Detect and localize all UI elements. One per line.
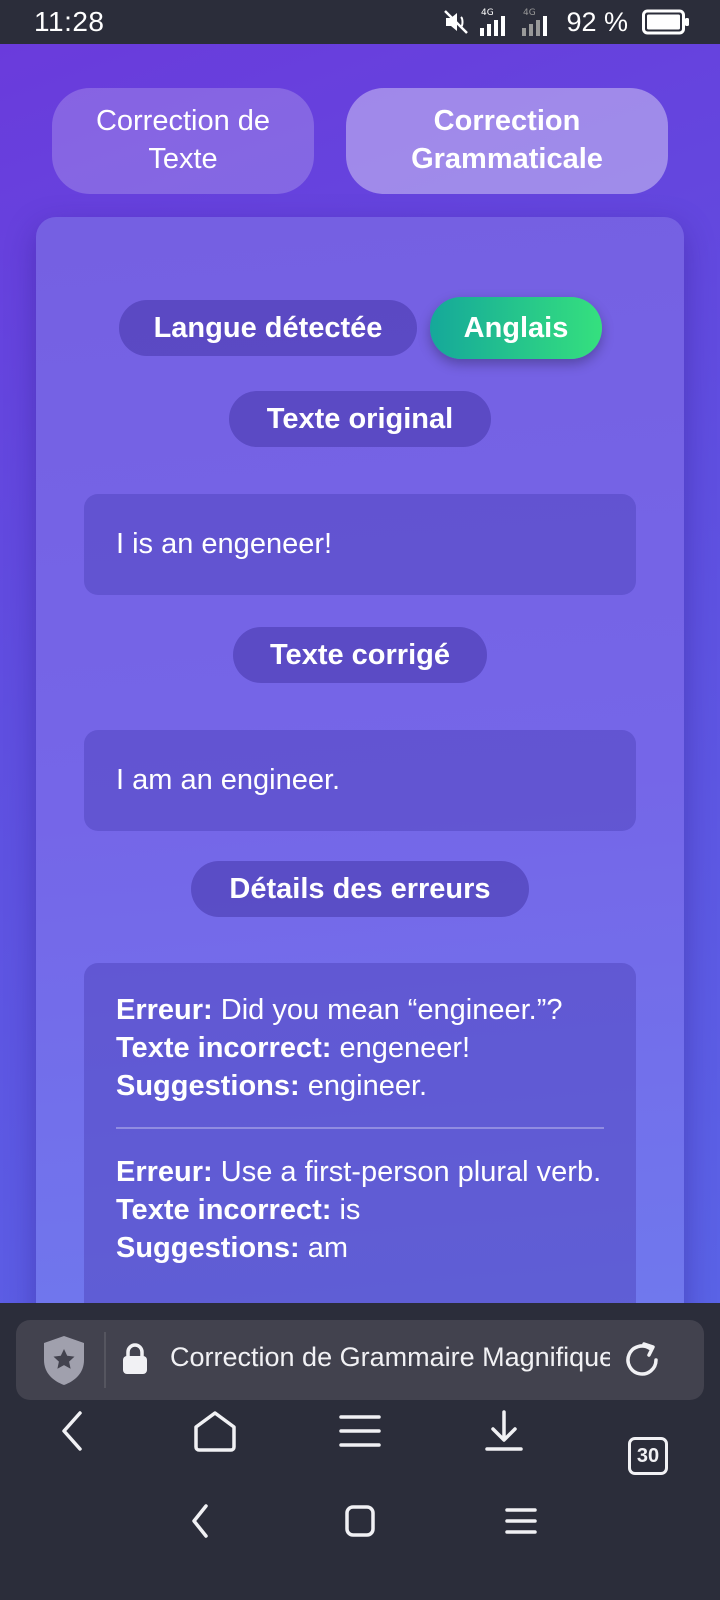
result-card: Langue détectée Anglais Texte original I… — [36, 217, 684, 1304]
corrected-text: I am an engineer. — [116, 764, 341, 796]
error-label: Erreur: — [116, 994, 213, 1026]
original-text-box: I is an engeneer! — [84, 494, 636, 595]
battery-icon — [642, 9, 689, 35]
detected-language-label: Langue détectée — [119, 300, 417, 356]
error-label: Erreur: — [116, 1156, 213, 1188]
suggestions-text: engineer. — [307, 1070, 428, 1102]
svg-text:4G: 4G — [481, 8, 494, 18]
mute-icon — [444, 10, 469, 34]
signal-icon: 4G — [522, 8, 548, 36]
incorrect-text-label: Texte incorrect: — [116, 1194, 332, 1226]
browser-toolbar: Correction de Grammaire Magnifique 30 — [0, 1303, 720, 1600]
lock-icon — [123, 1343, 147, 1374]
url-title[interactable]: Correction de Grammaire Magnifique — [170, 1342, 610, 1373]
app-container: Correction de Texte Correction Grammatic… — [0, 44, 720, 1304]
corrected-text-box: I am an engineer. — [84, 730, 636, 831]
signal-icon: 4G — [480, 8, 506, 36]
suggestions-label: Suggestions: — [116, 1232, 300, 1264]
system-recents-icon[interactable] — [504, 1506, 538, 1536]
url-divider — [104, 1332, 106, 1388]
incorrect-text: is — [339, 1194, 361, 1226]
error-details-box[interactable]: Erreur: Did you mean “engineer.”? Texte … — [84, 963, 636, 1304]
error-item: Erreur: Use a first-person plural verb. … — [116, 1153, 604, 1267]
svg-text:4G: 4G — [523, 8, 536, 18]
system-back-icon[interactable] — [186, 1502, 214, 1540]
error-divider — [116, 1127, 604, 1129]
original-text-label: Texte original — [229, 391, 491, 447]
download-icon[interactable] — [482, 1409, 526, 1453]
suggestions-label: Suggestions: — [116, 1070, 300, 1102]
back-icon[interactable] — [56, 1409, 88, 1453]
error-message: Use a first-person plural verb. — [220, 1156, 602, 1188]
shield-icon[interactable] — [40, 1334, 88, 1386]
error-message: Did you mean “engineer.”? — [220, 994, 563, 1026]
incorrect-text: engeneer! — [339, 1032, 471, 1064]
status-time: 11:28 — [34, 6, 105, 37]
corrected-text-label: Texte corrigé — [233, 627, 487, 683]
status-bar: 11:28 4G 4G 92 % — [0, 0, 720, 44]
tabs-icon[interactable]: 30 — [628, 1437, 668, 1475]
error-details-label: Détails des erreurs — [191, 861, 529, 917]
menu-icon[interactable] — [338, 1413, 382, 1449]
battery-percent: 92 % — [566, 6, 628, 37]
suggestions-text: am — [307, 1232, 349, 1264]
error-item: Erreur: Did you mean “engineer.”? Texte … — [116, 991, 604, 1105]
original-text: I is an engeneer! — [116, 528, 333, 560]
detected-language-badge: Anglais — [430, 297, 602, 359]
incorrect-text-label: Texte incorrect: — [116, 1032, 332, 1064]
system-home-icon[interactable] — [344, 1504, 376, 1538]
tab-grammar-correction[interactable]: Correction Grammaticale — [346, 88, 668, 194]
url-bar[interactable]: Correction de Grammaire Magnifique — [16, 1320, 704, 1400]
tab-text-correction[interactable]: Correction de Texte — [52, 88, 314, 194]
reload-icon[interactable] — [620, 1338, 664, 1382]
home-icon[interactable] — [192, 1409, 238, 1453]
status-icons: 4G 4G 92 % — [442, 4, 690, 40]
